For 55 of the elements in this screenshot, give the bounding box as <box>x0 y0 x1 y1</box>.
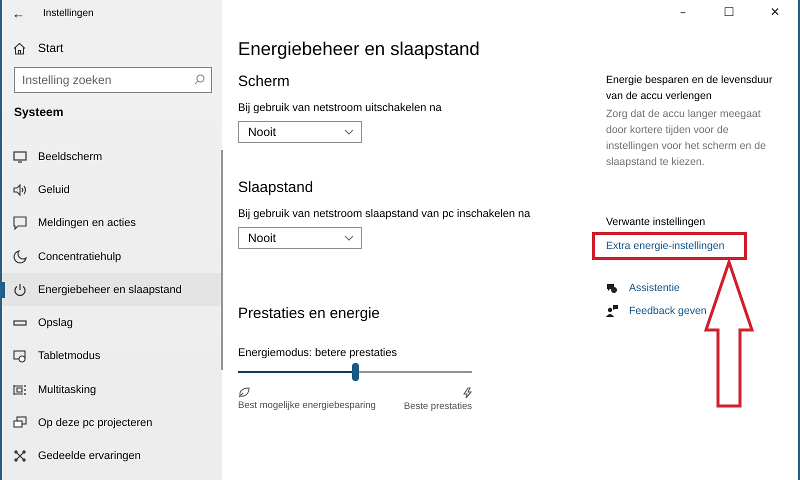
chevron-icon <box>344 235 354 241</box>
dropdown[interactable]: Nooit <box>238 121 362 143</box>
nav-item[interactable]: Beeldscherm <box>2 140 222 174</box>
setting-label: Bij gebruik van netstroom slaapstand van pc inschakelen na <box>238 208 530 220</box>
section-heading: Slaapstand <box>238 179 314 196</box>
nav-icon <box>13 150 27 164</box>
section-heading: Systeem <box>14 105 64 119</box>
scrollbar[interactable] <box>221 150 223 370</box>
nav-item[interactable]: Meldingen en acties <box>2 206 222 240</box>
minimize-button[interactable]: – <box>660 0 706 24</box>
nav-icon <box>13 216 27 230</box>
page-title: Energiebeheer en slaapstand <box>238 38 480 60</box>
close-button[interactable]: ✕ <box>752 0 798 24</box>
nav-icon <box>13 182 27 197</box>
nav-item[interactable]: Tabletmodus <box>2 340 222 374</box>
power-mode-slider[interactable] <box>238 363 472 381</box>
leaf-icon <box>238 387 250 398</box>
nav-item[interactable]: Gedeelde ervaringen <box>2 440 222 473</box>
help-link[interactable]: Feedback geven <box>629 303 707 319</box>
section-heading: Prestaties en energie <box>238 305 380 322</box>
slider-min-label: Best mogelijke energiebesparing <box>238 400 376 411</box>
related-heading: Verwante instellingen <box>606 215 706 230</box>
nav-icon <box>13 449 27 464</box>
help-link[interactable]: Assistentie <box>629 280 680 296</box>
start-nav-item[interactable]: Start <box>13 37 64 59</box>
nav-item[interactable]: Multitasking <box>2 373 222 406</box>
slider-thumb[interactable] <box>352 363 358 381</box>
home-icon <box>13 42 26 54</box>
nav-icon <box>13 250 27 264</box>
tip-title: Energie besparen en de levensduur van de accu verlengen <box>606 73 774 104</box>
maximize-button[interactable]: ☐ <box>706 0 752 24</box>
nav-item[interactable]: Op deze pc projecteren <box>2 406 222 440</box>
section-heading: Scherm <box>238 73 290 90</box>
dropdown[interactable]: Nooit <box>238 227 362 249</box>
power-settings-link[interactable]: Extra energie-instellingen <box>606 238 724 254</box>
tip-text: Zorg dat de accu langer meegaat door kortere tijden voor de instellingen voor het scherm en de slaapstand te kiezen. <box>606 107 767 170</box>
nav-item[interactable]: Energiebeheer en slaapstand <box>2 273 222 306</box>
nav-item[interactable]: Opslag <box>2 306 222 340</box>
slider-label: Energiemodus: betere prestaties <box>238 347 397 359</box>
search-field[interactable]: Instelling zoeken <box>14 67 212 93</box>
nav-item[interactable]: Concentratiehulp <box>2 240 222 274</box>
nav-icon <box>13 416 27 430</box>
search-icon <box>194 74 205 85</box>
nav-icon <box>13 282 27 297</box>
window-title: Instellingen <box>43 8 94 18</box>
chat-bubble-icon <box>606 282 618 294</box>
slider-max-label: Beste prestaties <box>404 401 472 412</box>
nav-icon <box>13 349 27 364</box>
setting-label: Bij gebruik van netstroom uitschakelen na <box>238 102 442 114</box>
nav-icon <box>13 382 27 397</box>
person-icon <box>606 305 618 317</box>
lightning-icon <box>463 387 472 399</box>
nav-item[interactable]: Geluid <box>2 173 222 207</box>
chevron-icon <box>344 129 354 135</box>
back-button[interactable]: ← <box>12 6 25 20</box>
